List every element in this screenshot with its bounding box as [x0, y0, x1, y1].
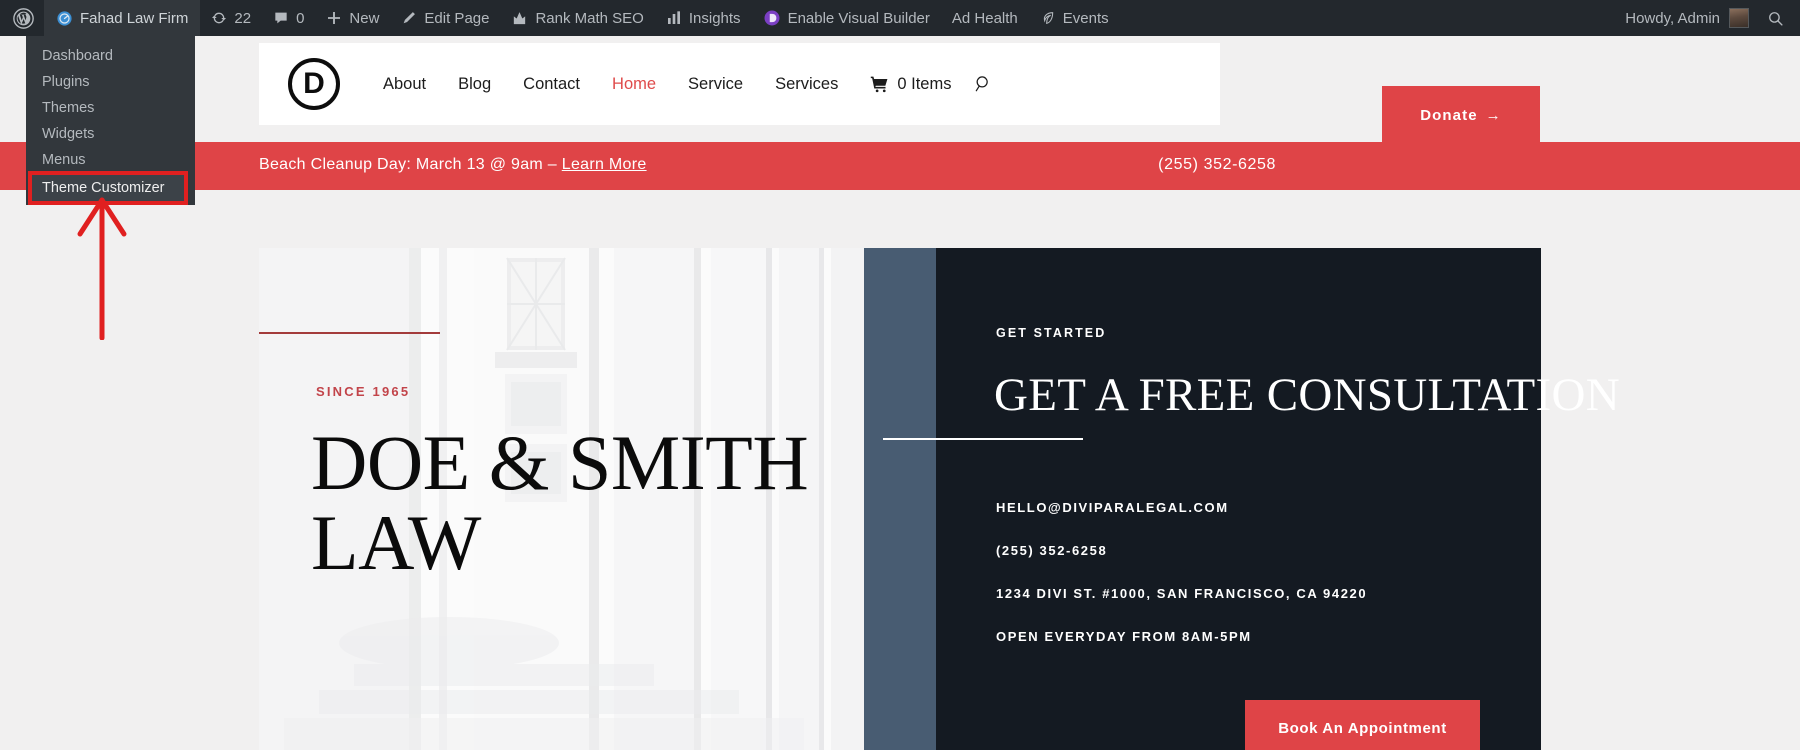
- bar-chart-icon: [666, 10, 682, 26]
- comment-bubble-icon: [273, 10, 289, 26]
- new-label: New: [349, 9, 380, 27]
- contact-email[interactable]: HELLO@DIVIPARALEGAL.COM: [996, 500, 1367, 515]
- howdy-account-menu[interactable]: Howdy, Admin: [1611, 8, 1759, 28]
- enable-visual-builder-button[interactable]: Enable Visual Builder: [752, 0, 941, 36]
- hero-title: DOE & SMITH LAW: [311, 419, 809, 586]
- events-leaf-icon: [1040, 10, 1056, 26]
- screen-root: Fahad Law Firm 22 0 New Edit Page Rank M…: [0, 0, 1800, 750]
- menu-item-themes[interactable]: Themes: [26, 95, 195, 121]
- shopping-cart-icon: [870, 75, 889, 94]
- divi-logo-icon: [763, 9, 781, 27]
- ad-health-label: Ad Health: [951, 9, 1018, 27]
- contact-address: 1234 DIVI ST. #1000, SAN FRANCISCO, CA 9…: [996, 586, 1368, 601]
- comments-button[interactable]: 0: [262, 0, 315, 36]
- insights-label: Insights: [688, 9, 741, 27]
- hero-accent-bar: [864, 248, 936, 750]
- cart-count-label: 0 Items: [897, 74, 952, 93]
- book-appointment-button[interactable]: Book An Appointment: [1245, 700, 1480, 750]
- plus-icon: [326, 10, 342, 26]
- updates-button[interactable]: 22: [200, 0, 262, 36]
- cta-white-rule: [883, 438, 1083, 440]
- new-content-button[interactable]: New: [315, 0, 390, 36]
- menu-item-plugins[interactable]: Plugins: [26, 69, 195, 95]
- contact-hours: OPEN EVERYDAY FROM 8AM-5PM: [996, 629, 1252, 644]
- menu-item-widgets[interactable]: Widgets: [26, 121, 195, 147]
- hero-cta-panel: GET STARTED GET A FREE CONSULTATION HELL…: [883, 248, 1620, 750]
- hero-section: SINCE 1965 DOE & SMITH LAW GET STARTED G…: [259, 248, 1620, 750]
- dashboard-speedometer-icon: [56, 10, 73, 27]
- annotation-arrow-icon: [72, 190, 132, 345]
- nav-item-home[interactable]: Home: [596, 75, 672, 94]
- announcement-message: Beach Cleanup Day: March 13 @ 9am –: [259, 156, 562, 173]
- site-name-dropdown-menu: Dashboard Plugins Themes Widgets Menus T…: [26, 36, 195, 205]
- donate-button[interactable]: Donate →: [1382, 86, 1540, 144]
- nav-item-about[interactable]: About: [367, 75, 442, 94]
- visual-builder-label: Enable Visual Builder: [787, 9, 930, 27]
- howdy-label: Howdy, Admin: [1625, 9, 1720, 27]
- insights-button[interactable]: Insights: [655, 0, 752, 36]
- wordpress-logo-icon: [13, 7, 34, 29]
- announcement-banner: Beach Cleanup Day: March 13 @ 9am – Lear…: [0, 142, 1800, 190]
- site-logo[interactable]: D: [288, 58, 340, 110]
- edit-page-button[interactable]: Edit Page: [390, 0, 500, 36]
- nav-item-service[interactable]: Service: [672, 75, 759, 94]
- nav-item-contact[interactable]: Contact: [507, 75, 596, 94]
- rank-math-icon: [511, 10, 528, 27]
- cta-title: GET A FREE CONSULTATION: [994, 369, 1620, 421]
- hero-red-rule: [259, 332, 440, 334]
- events-button[interactable]: Events: [1029, 0, 1120, 36]
- site-preview: D About Blog Contact Home Service Servic…: [0, 36, 1800, 750]
- site-search-button[interactable]: [951, 74, 993, 94]
- donate-label: Donate: [1420, 106, 1478, 124]
- admin-search-button[interactable]: [1759, 10, 1800, 27]
- menu-item-menus[interactable]: Menus: [26, 147, 195, 173]
- site-header: D About Blog Contact Home Service Servic…: [259, 43, 1220, 125]
- search-icon: [1767, 10, 1784, 27]
- banner-phone[interactable]: (255) 352-6258: [1158, 156, 1276, 174]
- wp-admin-bar: Fahad Law Firm 22 0 New Edit Page Rank M…: [0, 0, 1800, 36]
- contact-phone[interactable]: (255) 352-6258: [996, 543, 1367, 558]
- site-name-label: Fahad Law Firm: [80, 9, 189, 27]
- cart-link[interactable]: 0 Items: [854, 75, 951, 94]
- events-label: Events: [1062, 9, 1109, 27]
- hero-image-panel: SINCE 1965 DOE & SMITH LAW: [259, 248, 864, 750]
- learn-more-link[interactable]: Learn More: [562, 156, 647, 173]
- menu-item-dashboard[interactable]: Dashboard: [26, 43, 195, 69]
- avatar: [1729, 8, 1749, 28]
- main-navigation: About Blog Contact Home Service Services…: [367, 74, 993, 94]
- ad-health-button[interactable]: Ad Health: [941, 0, 1029, 36]
- comments-count: 0: [296, 9, 305, 27]
- edit-page-label: Edit Page: [424, 9, 490, 27]
- updates-refresh-icon: [211, 10, 227, 26]
- announcement-text: Beach Cleanup Day: March 13 @ 9am – Lear…: [259, 156, 647, 174]
- pencil-icon: [401, 10, 417, 26]
- search-icon: [973, 74, 993, 94]
- hero-left-content: SINCE 1965 DOE & SMITH LAW: [259, 248, 864, 750]
- nav-item-services[interactable]: Services: [759, 75, 854, 94]
- rank-math-label: Rank Math SEO: [535, 9, 644, 27]
- updates-count: 22: [234, 9, 252, 27]
- nav-item-blog[interactable]: Blog: [442, 75, 507, 94]
- contact-details-list: HELLO@DIVIPARALEGAL.COM (255) 352-6258 1…: [996, 500, 1367, 672]
- cta-eyebrow: GET STARTED: [996, 326, 1107, 340]
- site-name-menu[interactable]: Fahad Law Firm: [44, 0, 201, 36]
- wordpress-logo-button[interactable]: [0, 0, 44, 36]
- rank-math-seo-button[interactable]: Rank Math SEO: [500, 0, 654, 36]
- hero-since-label: SINCE 1965: [316, 384, 411, 399]
- admin-bar-right-group: Howdy, Admin: [1611, 8, 1800, 28]
- arrow-right-icon: →: [1485, 106, 1502, 124]
